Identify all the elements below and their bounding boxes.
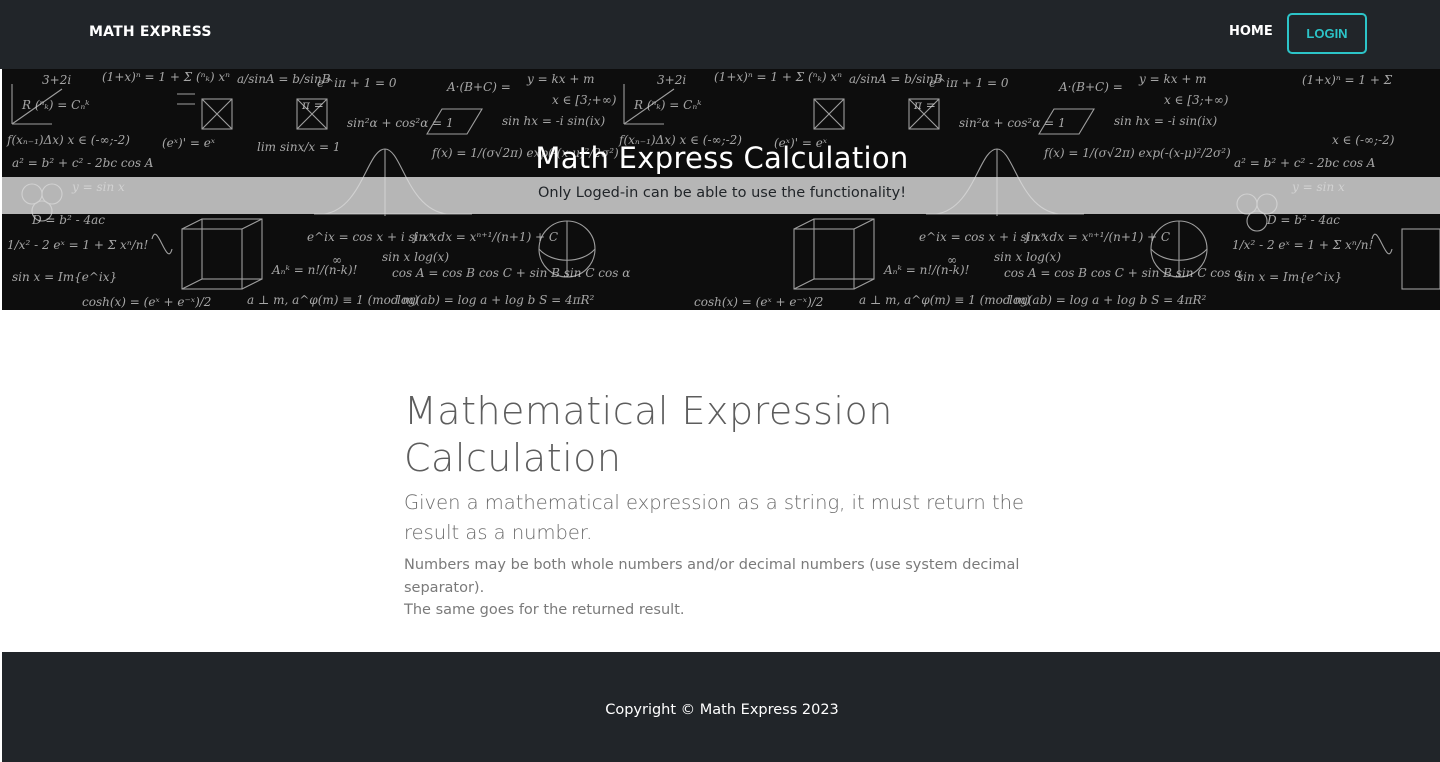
page-footer: Copyright © Math Express 2023 bbox=[2, 652, 1440, 762]
svg-text:y = kx + m: y = kx + m bbox=[526, 72, 595, 86]
login-button[interactable]: LOGIN bbox=[1287, 13, 1367, 54]
note-line-1: Numbers may be both whole numbers and/or… bbox=[404, 557, 1020, 596]
svg-text:cosh(x) = (eˣ + e⁻ˣ)/2: cosh(x) = (eˣ + e⁻ˣ)/2 bbox=[694, 295, 823, 309]
svg-text:1/x² - 2 eˣ = 1 + Σ xⁿ/n!: 1/x² - 2 eˣ = 1 + Σ xⁿ/n! bbox=[7, 238, 148, 252]
svg-text:3+2i: 3+2i bbox=[42, 73, 71, 87]
svg-text:log(ab) = log a + log b S =: log(ab) = log a + log b S = 4πR² bbox=[397, 293, 595, 307]
note-paragraph: Numbers may be both whole numbers and/or… bbox=[404, 554, 1044, 622]
svg-text:sin x = Im{e^ix}: sin x = Im{e^ix} bbox=[12, 270, 117, 284]
svg-text:sin hx = -i sin(ix): sin hx = -i sin(ix) bbox=[502, 114, 605, 128]
hero-subtitle: Only Loged-in can be able to use the fun… bbox=[537, 185, 907, 201]
svg-text:sin x = Im{e^ix}: sin x = Im{e^ix} bbox=[1237, 270, 1342, 284]
svg-text:sin x log(x): sin x log(x) bbox=[382, 250, 449, 264]
svg-text:cosh(x) = (eˣ + e⁻ˣ)/2: cosh(x) = (eˣ + e⁻ˣ)/2 bbox=[82, 295, 211, 309]
copyright-text: Copyright © Math Express 2023 bbox=[605, 702, 839, 718]
svg-text:cos A = cos B cos C + sin B si: cos A = cos B cos C + sin B sin C cos α bbox=[392, 266, 630, 280]
description-block: Mathematical Expression Calculation Give… bbox=[404, 388, 1044, 622]
svg-text:(1+x)ⁿ = 1 + Σ: (1+x)ⁿ = 1 + Σ bbox=[1302, 73, 1393, 87]
hero-banner: 3+2i (1+x)ⁿ = 1 + Σ (ⁿₖ) xⁿ a/sinA = b/s… bbox=[2, 69, 1440, 310]
svg-text:log(ab) = log a + log b S =: log(ab) = log a + log b S = 4πR² bbox=[1009, 293, 1207, 307]
hero-title: Math Express Calculation bbox=[535, 141, 909, 175]
svg-text:1/x² - 2 eˣ = 1 + Σ xⁿ/n!: 1/x² - 2 eˣ = 1 + Σ xⁿ/n! bbox=[1232, 238, 1373, 252]
svg-text:R (ⁿₖ) = Cₙᵏ: R (ⁿₖ) = Cₙᵏ bbox=[21, 98, 90, 112]
svg-text:R (ⁿₖ) = Cₙᵏ: R (ⁿₖ) = Cₙᵏ bbox=[633, 98, 702, 112]
svg-text:Aₙᵏ = n!/(n-k)!: Aₙᵏ = n!/(n-k)! bbox=[271, 263, 358, 277]
nav-home-link[interactable]: HOME bbox=[1229, 24, 1273, 39]
svg-text:π =: π = bbox=[913, 98, 936, 112]
svg-text:∫ xⁿ dx = xⁿ⁺¹/(n+1) + C: ∫ xⁿ dx = xⁿ⁺¹/(n+1) + C bbox=[412, 230, 558, 244]
svg-text:e^iπ + 1 = 0: e^iπ + 1 = 0 bbox=[929, 76, 1009, 90]
page-heading: Mathematical Expression Calculation bbox=[404, 389, 893, 480]
svg-text:A·(B+C) =: A·(B+C) = bbox=[446, 80, 511, 94]
svg-text:(1+x)ⁿ = 1 + Σ (ⁿₖ) xⁿ: (1+x)ⁿ = 1 + Σ (ⁿₖ) xⁿ bbox=[102, 70, 230, 84]
top-navbar: MATH EXPRESS HOME LOGIN bbox=[0, 0, 1440, 69]
svg-text:a ⊥ m, a^φ(m) ≡ 1 (mod m): a ⊥ m, a^φ(m) ≡ 1 (mod m) bbox=[247, 293, 419, 307]
svg-text:π =: π = bbox=[301, 98, 324, 112]
svg-text:(1+x)ⁿ = 1 + Σ (ⁿₖ) xⁿ: (1+x)ⁿ = 1 + Σ (ⁿₖ) xⁿ bbox=[714, 70, 842, 84]
svg-text:x ∈ [3;+∞): x ∈ [3;+∞) bbox=[552, 93, 617, 107]
svg-text:∫ xⁿ dx = xⁿ⁺¹/(n+1) + C: ∫ xⁿ dx = xⁿ⁺¹/(n+1) + C bbox=[1024, 230, 1170, 244]
svg-text:A·(B+C) =: A·(B+C) = bbox=[1058, 80, 1123, 94]
svg-text:∞: ∞ bbox=[947, 253, 957, 267]
svg-text:∞: ∞ bbox=[332, 253, 342, 267]
svg-text:sin²α + cos²α = 1: sin²α + cos²α = 1 bbox=[959, 116, 1066, 130]
brand-link[interactable]: MATH EXPRESS bbox=[89, 24, 212, 40]
svg-text:e^iπ + 1 = 0: e^iπ + 1 = 0 bbox=[317, 76, 397, 90]
main-content: Mathematical Expression Calculation Give… bbox=[2, 310, 1440, 652]
svg-text:sin hx = -i sin(ix): sin hx = -i sin(ix) bbox=[1114, 114, 1217, 128]
svg-text:D = b² - 4ac: D = b² - 4ac bbox=[31, 213, 105, 227]
svg-text:sin²α + cos²α = 1: sin²α + cos²α = 1 bbox=[347, 116, 454, 130]
svg-text:cos A = cos B cos C + sin B si: cos A = cos B cos C + sin B sin C cos α bbox=[1004, 266, 1242, 280]
svg-text:x ∈ [3;+∞): x ∈ [3;+∞) bbox=[1164, 93, 1229, 107]
svg-text:sin x log(x): sin x log(x) bbox=[994, 250, 1061, 264]
svg-text:D = b² - 4ac: D = b² - 4ac bbox=[1266, 213, 1340, 227]
svg-text:3+2i: 3+2i bbox=[657, 73, 686, 87]
note-line-2: The same goes for the returned result. bbox=[404, 602, 685, 618]
lead-paragraph: Given a mathematical expression as a str… bbox=[404, 491, 1024, 544]
svg-text:a ⊥ m, a^φ(m) ≡ 1 (mod m): a ⊥ m, a^φ(m) ≡ 1 (mod m) bbox=[859, 293, 1031, 307]
svg-text:y = kx + m: y = kx + m bbox=[1138, 72, 1207, 86]
